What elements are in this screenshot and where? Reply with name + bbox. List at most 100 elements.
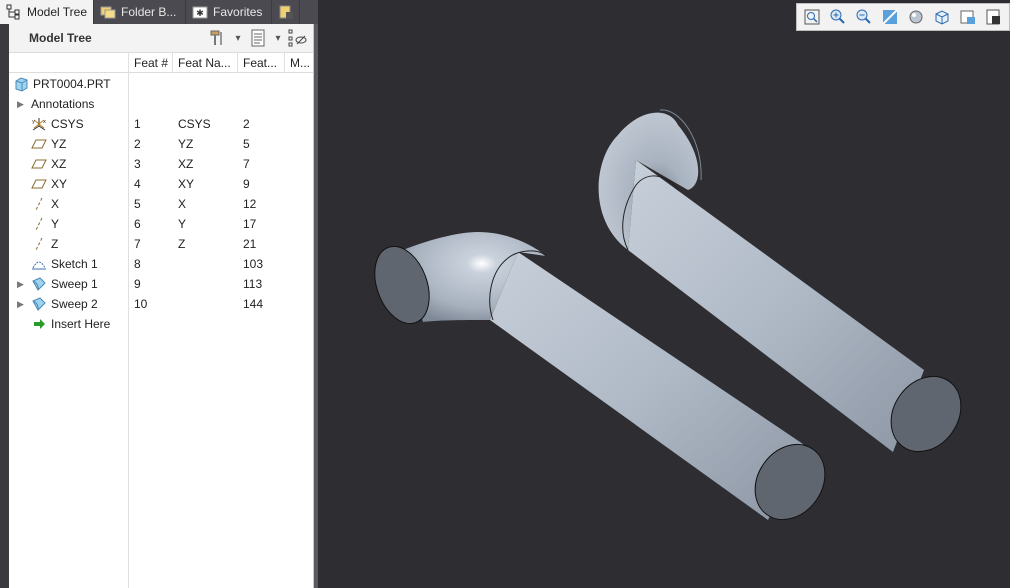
model-geometry	[374, 109, 962, 521]
feat-number: 4	[134, 177, 141, 191]
zoom-in-icon[interactable]	[827, 6, 849, 28]
tab-folder-browser[interactable]: Folder B...	[94, 0, 187, 24]
column-headers: Feat # Feat Na... Feat... M...	[9, 53, 313, 73]
csys-icon: yx	[31, 116, 47, 132]
tree-row-sweep-1[interactable]: ▶ Sweep 1 9 113	[9, 274, 313, 294]
expand-arrow-icon[interactable]: ▶	[17, 99, 27, 109]
feat-number: 7	[134, 237, 141, 251]
tree-label: Sketch 1	[51, 257, 98, 271]
dropdown-icon[interactable]: ▾	[273, 28, 283, 48]
column-more[interactable]: M...	[285, 53, 313, 73]
column-feat-number[interactable]: Feat #	[129, 53, 173, 73]
feat-name: XZ	[178, 157, 194, 171]
column-feat-name[interactable]: Feat Na...	[173, 53, 238, 73]
insert-here-icon[interactable]	[31, 316, 47, 332]
expand-arrow-icon[interactable]: ▶	[17, 279, 27, 289]
tab-favorites[interactable]: ✱ Favorites	[186, 0, 273, 24]
feat-name: Y	[178, 217, 187, 231]
tree-row-part[interactable]: PRT0004.PRT	[9, 74, 313, 94]
column-feat-id[interactable]: Feat...	[238, 53, 285, 73]
feat-number: 8	[134, 257, 141, 271]
feat-number: 5	[134, 197, 141, 211]
feat-name: Z	[178, 237, 186, 251]
dropdown-icon[interactable]: ▾	[233, 28, 243, 48]
feat-number: 1	[134, 117, 141, 131]
feat-id: 144	[243, 297, 264, 311]
tree-filter-icon[interactable]	[247, 28, 269, 48]
tree-row-annotations[interactable]: ▶ Annotations	[9, 94, 313, 114]
expand-arrow-icon[interactable]: ▶	[17, 299, 27, 309]
model-tree-tools: ▾ ▾	[207, 28, 309, 48]
navigator-panel: Model Tree Folder B... ✱ Favorites Model…	[0, 0, 318, 588]
zoom-out-icon[interactable]	[853, 6, 875, 28]
datum-axis-icon	[31, 236, 47, 252]
tab-layers[interactable]	[272, 0, 301, 24]
tab-model-tree[interactable]: Model Tree	[0, 0, 95, 24]
tree-row-z-axis[interactable]: Z 7 Z 21	[9, 234, 313, 254]
tab-label: Model Tree	[27, 5, 88, 19]
svg-text:✱: ✱	[196, 9, 204, 19]
tree-label: X	[51, 197, 60, 211]
repaint-icon[interactable]	[879, 6, 901, 28]
model-tree-icon	[6, 4, 22, 20]
feat-id: 113	[243, 277, 263, 291]
tree-label: YZ	[51, 137, 67, 151]
folder-browser-icon	[100, 4, 116, 20]
tree-row-y-axis[interactable]: Y 6 Y 17	[9, 214, 313, 234]
view-manager-icon[interactable]	[957, 6, 979, 28]
datum-display-icon[interactable]	[983, 6, 1005, 28]
model-tree-header: Model Tree ▾ ▾	[9, 24, 313, 53]
feat-id: 17	[243, 217, 257, 231]
layer-tab-icon	[278, 4, 294, 20]
tree-row-xz[interactable]: XZ 3 XZ 7	[9, 154, 313, 174]
feat-id: 12	[243, 197, 257, 211]
tab-label: Folder B...	[121, 5, 177, 19]
view-toolbar	[796, 3, 1010, 31]
feat-id: 7	[243, 157, 250, 171]
feat-id: 2	[243, 117, 250, 131]
refit-icon[interactable]	[801, 6, 823, 28]
datum-plane-icon	[31, 136, 47, 152]
sweep-icon	[31, 296, 47, 312]
tree-label: Sweep 2	[51, 297, 98, 311]
feat-number: 3	[134, 157, 141, 171]
tree-row-xy[interactable]: XY 4 XY 9	[9, 174, 313, 194]
graphics-viewport[interactable]	[318, 0, 1010, 588]
tree-label: Annotations	[31, 97, 95, 111]
datum-plane-icon	[31, 176, 47, 192]
model-tree-panel: Model Tree ▾ ▾ Feat # Feat Na... Feat...…	[9, 24, 314, 588]
app-window: Model Tree Folder B... ✱ Favorites Model…	[0, 0, 1010, 588]
feat-name: X	[178, 197, 187, 211]
tree-row-yz[interactable]: YZ 2 YZ 5	[9, 134, 313, 154]
svg-text:x: x	[43, 119, 46, 125]
feat-number: 9	[134, 277, 141, 291]
column-tree[interactable]	[9, 53, 129, 73]
sketch-icon	[31, 256, 47, 272]
tree-label: PRT0004.PRT	[33, 77, 111, 91]
feat-number: 6	[134, 217, 141, 231]
feat-number: 10	[134, 297, 148, 311]
sweep-icon	[31, 276, 47, 292]
tree-row-csys[interactable]: yx CSYS 1 CSYS 2	[9, 114, 313, 134]
settings-hammer-icon[interactable]	[207, 28, 229, 48]
tree-row-sweep-2[interactable]: ▶ Sweep 2 10 144	[9, 294, 313, 314]
display-style-icon[interactable]	[905, 6, 927, 28]
feat-name: YZ	[178, 137, 194, 151]
feat-id: 9	[243, 177, 250, 191]
tree-row-insert-here[interactable]: Insert Here	[9, 314, 313, 334]
tree-row-sketch[interactable]: Sketch 1 8 103	[9, 254, 313, 274]
tree-label: Y	[51, 217, 60, 231]
feat-id: 103	[243, 257, 264, 271]
saved-orientations-icon[interactable]	[931, 6, 953, 28]
tree-label: XZ	[51, 157, 67, 171]
favorites-icon: ✱	[192, 4, 208, 20]
feat-id: 5	[243, 137, 250, 151]
model-tree: PRT0004.PRT ▶ Annotations y x CSYS 1 CSY…	[9, 73, 313, 334]
datum-axis-icon	[31, 196, 47, 212]
feat-name: XY	[178, 177, 195, 191]
tree-row-x-axis[interactable]: X 5 X 12	[9, 194, 313, 214]
tree-label: Sweep 1	[51, 277, 98, 291]
datum-plane-icon	[31, 156, 47, 172]
show-hide-icon[interactable]	[287, 28, 309, 48]
feat-id: 21	[243, 237, 257, 251]
